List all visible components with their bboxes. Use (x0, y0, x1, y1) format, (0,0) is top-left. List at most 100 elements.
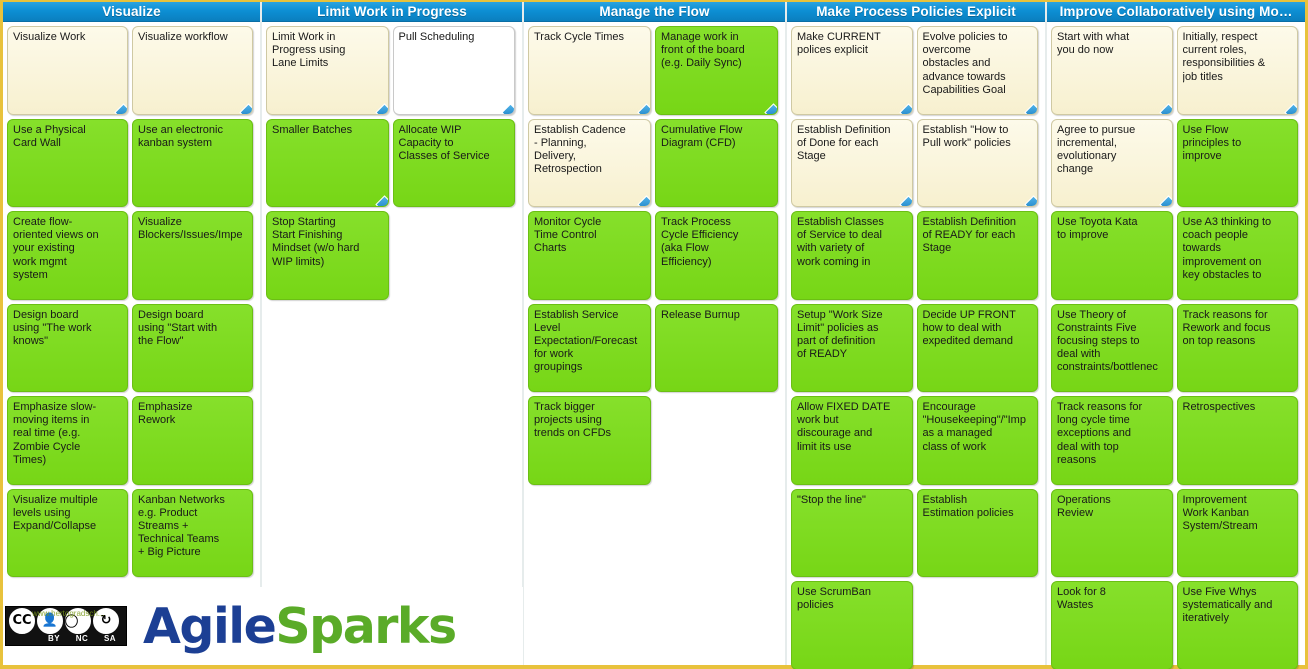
practice-card-text: Start with what you do now (1057, 31, 1130, 57)
practice-card[interactable]: Agree to pursue incremental, evolutionar… (1051, 118, 1173, 207)
practice-card[interactable]: Make CURRENT polices explicit (791, 26, 913, 115)
blue-diamond-marker-icon[interactable] (1158, 195, 1172, 207)
practice-card[interactable]: Look for 8 Wastes (1051, 581, 1173, 669)
practice-card-text: Track reasons for Rework and focus on to… (1182, 308, 1271, 347)
blue-diamond-marker-icon[interactable] (1024, 195, 1038, 207)
practice-card[interactable]: Establish Definition of READY for each S… (916, 211, 1038, 300)
practice-card[interactable]: Kanban Networks e.g. Product Streams + T… (132, 488, 253, 577)
practice-card[interactable]: Allocate WIP Capacity to Classes of Serv… (392, 118, 515, 207)
blue-diamond-marker-icon[interactable] (637, 102, 650, 114)
practice-card[interactable]: Decide UP FRONT how to deal with expedit… (916, 303, 1038, 392)
practice-card[interactable]: Use A3 thinking to coach people towards … (1176, 211, 1298, 300)
card-slot: Establish Classes of Service to deal wit… (791, 211, 917, 304)
blue-diamond-marker-icon[interactable] (637, 195, 650, 207)
practice-card[interactable]: Stop Starting Start Finishing Mindset (w… (266, 211, 389, 300)
card-slot: Establish Definition of Done for each St… (791, 118, 917, 212)
practice-card[interactable]: Encourage "Housekeeping"/"Imp as a manag… (916, 396, 1038, 485)
practice-card-text: Kanban Networks e.g. Product Streams + T… (138, 493, 225, 559)
card-slot: Kanban Networks e.g. Product Streams + T… (132, 488, 257, 582)
blue-diamond-marker-icon[interactable] (898, 195, 912, 207)
practice-card[interactable]: Use a Physical Card Wall (7, 118, 128, 207)
blue-diamond-marker-icon[interactable] (239, 102, 252, 114)
practice-card[interactable]: Use Theory of Constraints Five focusing … (1051, 303, 1173, 392)
practice-card[interactable]: Manage work in front of the board (e.g. … (655, 26, 778, 115)
board-columns: Visualize Visualize Work Visualize workflo… (3, 2, 1305, 669)
blue-diamond-marker-icon[interactable] (1024, 102, 1038, 114)
practice-card[interactable]: Visualize multiple levels using Expand/C… (7, 488, 128, 577)
practice-card[interactable]: Establish Classes of Service to deal wit… (791, 211, 913, 300)
practice-card[interactable]: Use ScrumBan policies (791, 581, 913, 669)
practice-card[interactable]: Track Cycle Times (528, 26, 651, 115)
practice-card[interactable]: Use Flow principles to improve (1176, 118, 1298, 207)
practice-card[interactable]: Design board using "The work knows" (7, 303, 128, 392)
practice-card[interactable]: Cumulative Flow Diagram (CFD) (655, 118, 778, 207)
blue-diamond-marker-icon[interactable] (898, 102, 912, 114)
practice-card-text: Use Theory of Constraints Five focusing … (1057, 308, 1158, 374)
card-slot: Start with what you do now (1051, 26, 1177, 119)
card-slot: Establish "How to Pull work" policies (916, 118, 1043, 212)
practice-card[interactable]: Establish Definition of Done for each St… (791, 118, 913, 207)
blue-diamond-marker-icon[interactable] (1284, 102, 1298, 114)
practice-card[interactable]: Improvement Work Kanban System/Stream (1176, 488, 1298, 577)
column-header[interactable]: Improve Collaboratively using Mo… (1047, 2, 1305, 22)
practice-card-text: Establish Cadence - Planning, Delivery, … (534, 123, 626, 176)
practice-card[interactable]: Start with what you do now (1051, 26, 1173, 115)
card-slot: Retrospectives (1176, 396, 1303, 489)
practice-card[interactable]: Track reasons for long cycle time except… (1051, 396, 1173, 485)
practice-card[interactable]: Visualize workflow (132, 26, 253, 115)
practice-card[interactable]: Establish "How to Pull work" policies (916, 118, 1038, 207)
practice-card[interactable]: Emphasize slow- moving items in real tim… (7, 396, 128, 485)
column-card-list: Limit Work in Progress using Lane Limits… (262, 22, 522, 665)
column-header[interactable]: Visualize (3, 2, 260, 22)
practice-card[interactable]: Allow FIXED DATE work but discourage and… (791, 396, 913, 485)
practice-card[interactable]: Limit Work in Progress using Lane Limits (266, 26, 389, 115)
practice-card[interactable]: Track bigger projects using trends on CF… (528, 396, 651, 485)
blue-diamond-marker-icon[interactable] (114, 102, 127, 114)
practice-card[interactable]: Create flow- oriented views on your exis… (7, 211, 128, 300)
card-slot: Design board using "The work knows" (7, 303, 132, 397)
practice-card[interactable]: Establish Estimation policies (916, 488, 1038, 577)
practice-card-text: Establish Estimation policies (922, 493, 1014, 519)
practice-card[interactable]: Monitor Cycle Time Control Charts (528, 211, 651, 300)
practice-card-text: Use Toyota Kata to improve (1057, 216, 1138, 242)
practice-card[interactable]: Evolve policies to overcome obstacles an… (916, 26, 1038, 115)
practice-card[interactable]: Use Toyota Kata to improve (1051, 211, 1173, 300)
card-slot: Emphasize slow- moving items in real tim… (7, 396, 132, 489)
practice-card[interactable]: Track Process Cycle Efficiency (aka Flow… (655, 211, 778, 300)
practice-card[interactable]: Establish Cadence - Planning, Delivery, … (528, 118, 651, 207)
column-header[interactable]: Make Process Policies Explicit (787, 2, 1045, 22)
practice-card[interactable]: Smaller Batches (266, 118, 389, 207)
practice-card[interactable]: Visualize Work (7, 26, 128, 115)
blue-diamond-marker-icon[interactable] (501, 102, 515, 114)
practice-card[interactable]: Setup "Work Size Limit" policies as part… (791, 303, 913, 392)
card-slot: Use Five Whys systematically and iterati… (1176, 581, 1303, 669)
column-header[interactable]: Manage the Flow (524, 2, 785, 22)
practice-card-text: Improvement Work Kanban System/Stream (1182, 493, 1258, 532)
practice-card[interactable]: Track reasons for Rework and focus on to… (1176, 303, 1298, 392)
card-slot: Track Cycle Times (528, 26, 655, 119)
blue-diamond-marker-icon[interactable] (764, 102, 777, 114)
practice-card[interactable]: Establish Service Level Expectation/Fore… (528, 303, 651, 392)
practice-card[interactable]: Use an electronic kanban system (132, 118, 253, 207)
practice-card-text: Manage work in front of the board (e.g. … (661, 31, 745, 70)
practice-card[interactable]: Retrospectives (1176, 396, 1298, 485)
blue-diamond-marker-icon[interactable] (374, 195, 388, 207)
practice-card[interactable]: Initially, respect current roles, respon… (1176, 26, 1298, 115)
card-slot: Evolve policies to overcome obstacles an… (916, 26, 1043, 119)
practice-card[interactable]: Operations Review (1051, 488, 1173, 577)
blue-diamond-marker-icon[interactable] (374, 102, 388, 114)
blue-diamond-marker-icon[interactable] (1158, 102, 1172, 114)
column-header[interactable]: Limit Work in Progress (262, 2, 522, 22)
practice-card-text: Track Process Cycle Efficiency (aka Flow… (661, 216, 739, 268)
practice-card-text: Pull Scheduling (398, 31, 475, 43)
practice-card[interactable]: "Stop the line" (791, 488, 913, 577)
card-slot: Use an electronic kanban system (132, 118, 257, 212)
practice-card[interactable]: Emphasize Rework (132, 396, 253, 485)
practice-card[interactable]: Release Burnup (655, 303, 778, 392)
card-slot: Smaller Batches (266, 118, 393, 212)
practice-card[interactable]: Pull Scheduling (392, 26, 515, 115)
practice-card-text: Use an electronic kanban system (138, 123, 223, 149)
practice-card[interactable]: Use Five Whys systematically and iterati… (1176, 581, 1298, 669)
practice-card[interactable]: Design board using "Start with the Flow" (132, 303, 253, 392)
practice-card[interactable]: Visualize Blockers/Issues/Impe (132, 211, 253, 300)
